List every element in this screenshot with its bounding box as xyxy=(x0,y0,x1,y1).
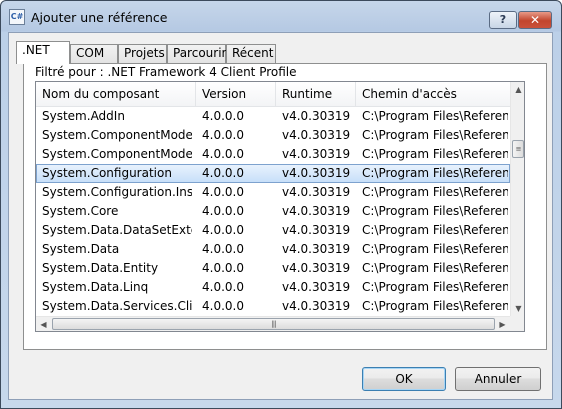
cell-version: 4.0.0.0 xyxy=(202,204,244,218)
cancel-button[interactable]: Annuler xyxy=(455,367,541,391)
cell-runtime: v4.0.30319 xyxy=(282,147,351,161)
cell-runtime: v4.0.30319 xyxy=(282,223,351,237)
list-item[interactable]: System.Data.Entity 4.0.0.0 v4.0.30319 C:\Pr… xyxy=(36,259,510,278)
horizontal-scroll-thumb[interactable]: ||| xyxy=(52,318,495,330)
tab-projets[interactable]: Projets xyxy=(118,44,167,63)
cell-version: 4.0.0.0 xyxy=(202,280,244,294)
cell-name: System.Data.Services.Client xyxy=(42,299,192,313)
cell-name: System.Core xyxy=(42,204,119,218)
dialog-title: Ajouter une référence xyxy=(31,10,168,25)
cell-runtime: v4.0.30319 xyxy=(282,166,351,180)
scrollbar-corner xyxy=(510,316,524,331)
cell-name: System.Configuration xyxy=(42,166,172,180)
cell-runtime: v4.0.30319 xyxy=(282,261,351,275)
list-item[interactable]: System.AddIn 4.0.0.0 v4.0.30319 C:\Program … xyxy=(36,107,510,126)
cell-name: System.Data xyxy=(42,242,120,256)
cell-version: 4.0.0.0 xyxy=(202,166,244,180)
cell-path: C:\Program Files\Referen xyxy=(362,185,508,199)
cell-name: System.Data.Linq xyxy=(42,280,149,294)
scroll-up-arrow-icon[interactable]: ▲ xyxy=(511,82,524,97)
grip-icon: ||| xyxy=(271,320,276,328)
app-icon: C# xyxy=(9,9,25,25)
column-header-version[interactable]: Version xyxy=(196,82,276,106)
ok-button[interactable]: OK xyxy=(362,367,446,391)
cell-path: C:\Program Files\Referen xyxy=(362,128,508,142)
list-item[interactable]: System.ComponentModel... 4.0.0.0 v4.0.3031… xyxy=(36,145,510,164)
column-header-path[interactable]: Chemin d'accès xyxy=(356,82,510,106)
vertical-scrollbar[interactable]: ▲ ≡ ▼ xyxy=(510,82,524,316)
tab-com[interactable]: COM xyxy=(70,44,118,63)
cell-path: C:\Program Files\Referen xyxy=(362,261,508,275)
help-button[interactable]: ? xyxy=(489,11,517,29)
cell-version: 4.0.0.0 xyxy=(202,185,244,199)
cell-runtime: v4.0.30319 xyxy=(282,128,351,142)
list-header: Nom du composant Version Runtime Chemin … xyxy=(36,82,510,107)
grip-icon: ≡ xyxy=(515,145,522,153)
scroll-down-arrow-icon[interactable]: ▼ xyxy=(511,301,524,316)
cell-path: C:\Program Files\Referen xyxy=(362,299,508,313)
cell-path: C:\Program Files\Referen xyxy=(362,223,508,237)
cell-version: 4.0.0.0 xyxy=(202,242,244,256)
cell-name: System.Data.DataSetExtens... xyxy=(42,223,192,237)
list-item[interactable]: System.Core 4.0.0.0 v4.0.30319 C:\Program F… xyxy=(36,202,510,221)
title-bar[interactable]: C# Ajouter une référence ? ✕ xyxy=(1,1,561,33)
filter-label: Filtré pour : .NET Framework 4 Client Pr… xyxy=(35,65,297,79)
cell-path: C:\Program Files\Referen xyxy=(362,147,508,161)
cell-version: 4.0.0.0 xyxy=(202,147,244,161)
tab-parcourir[interactable]: Parcourir xyxy=(167,44,226,63)
scroll-left-arrow-icon[interactable]: ◀ xyxy=(36,317,51,331)
cell-path: C:\Program Files\Referen xyxy=(362,166,508,180)
list-item[interactable]: System.Data.DataSetExtens... 4.0.0.0 v4.0.… xyxy=(36,221,510,240)
cell-name: System.Configuration.Install xyxy=(42,185,192,199)
close-button[interactable]: ✕ xyxy=(518,11,552,29)
list-item[interactable]: System.Data.Services.Client 4.0.0.0 v4.0.3… xyxy=(36,297,510,316)
cell-path: C:\Program Files\Referen xyxy=(362,109,508,123)
cell-version: 4.0.0.0 xyxy=(202,109,244,123)
cell-path: C:\Program Files\Referen xyxy=(362,204,508,218)
cell-path: C:\Program Files\Referen xyxy=(362,280,508,294)
tab-recent[interactable]: Récent xyxy=(226,44,276,63)
cell-runtime: v4.0.30319 xyxy=(282,280,351,294)
cell-runtime: v4.0.30319 xyxy=(282,299,351,313)
list-item[interactable]: System.Configuration 4.0.0.0 v4.0.30319 C:\… xyxy=(36,164,510,183)
cell-runtime: v4.0.30319 xyxy=(282,204,351,218)
column-header-runtime[interactable]: Runtime xyxy=(276,82,356,106)
cell-name: System.ComponentModel... xyxy=(42,147,192,161)
cell-version: 4.0.0.0 xyxy=(202,128,244,142)
cell-runtime: v4.0.30319 xyxy=(282,185,351,199)
list-item[interactable]: System.Data 4.0.0.0 v4.0.30319 C:\Program F… xyxy=(36,240,510,259)
cell-runtime: v4.0.30319 xyxy=(282,242,351,256)
cell-path: C:\Program Files\Referen xyxy=(362,242,508,256)
cell-runtime: v4.0.30319 xyxy=(282,109,351,123)
list-item[interactable]: System.Configuration.Install 4.0.0.0 v4.0.… xyxy=(36,183,510,202)
tab-net[interactable]: .NET xyxy=(16,41,70,64)
cell-name: System.Data.Entity xyxy=(42,261,159,275)
cell-name: System.ComponentModel... xyxy=(42,128,192,142)
cell-name: System.AddIn xyxy=(42,109,125,123)
list-item[interactable]: System.Data.Linq 4.0.0.0 v4.0.30319 C:\Prog… xyxy=(36,278,510,297)
scroll-right-arrow-icon[interactable]: ▶ xyxy=(495,317,510,331)
column-header-name[interactable]: Nom du composant xyxy=(36,82,196,106)
list-item[interactable]: System.ComponentModel... 4.0.0.0 v4.0.3031… xyxy=(36,126,510,145)
cell-version: 4.0.0.0 xyxy=(202,261,244,275)
component-list[interactable]: Nom du composant Version Runtime Chemin … xyxy=(35,81,525,332)
cell-version: 4.0.0.0 xyxy=(202,223,244,237)
cell-version: 4.0.0.0 xyxy=(202,299,244,313)
vertical-scroll-thumb[interactable]: ≡ xyxy=(512,140,524,158)
horizontal-scrollbar[interactable]: ◀ ||| ▶ xyxy=(36,316,510,331)
